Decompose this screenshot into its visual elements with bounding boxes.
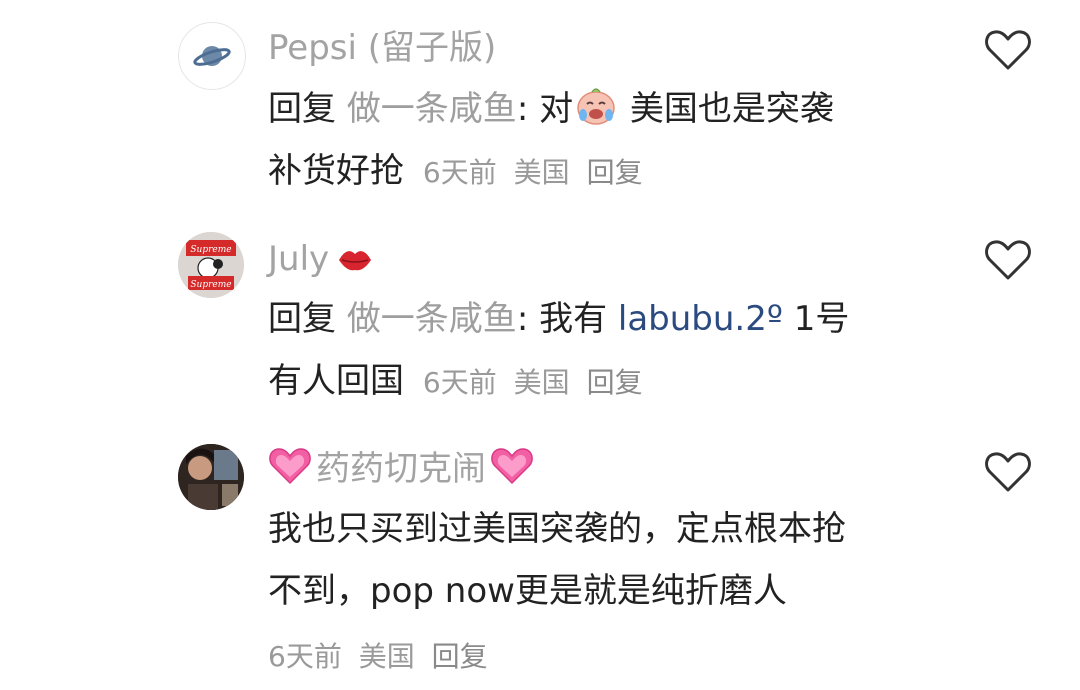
- comment-meta: 6天前 美国 回复: [268, 630, 496, 682]
- mention-link[interactable]: labubu.2º: [618, 299, 783, 339]
- comment-text-line: 补货好抢 6天前 美国 回复: [268, 146, 651, 198]
- comment-username[interactable]: 药药切克闹: [268, 446, 534, 497]
- comment-location: 美国: [513, 366, 570, 399]
- reply-button[interactable]: 回复: [587, 366, 643, 399]
- comment-text-line: 有人回国 6天前 美国 回复: [268, 356, 651, 408]
- heart-outline-icon: [985, 30, 1031, 70]
- comment-text-line: 回复 做一条咸鱼: 我有 labubu.2º 1号: [268, 299, 850, 339]
- heart-outline-icon: [985, 452, 1031, 492]
- comment-meta: 6天前 美国 回复: [414, 156, 651, 189]
- comment-location: 美国: [358, 640, 415, 673]
- comment-meta: 6天前 美国 回复: [414, 366, 651, 399]
- like-button[interactable]: [984, 450, 1032, 494]
- pink-heart-emoji: [268, 446, 312, 497]
- comment-text-line: 我也只买到过美国突袭的，定点根本抢: [268, 509, 846, 549]
- comment-time: 6天前: [268, 640, 342, 673]
- reply-button[interactable]: 回复: [432, 640, 488, 673]
- reply-button[interactable]: 回复: [587, 156, 643, 189]
- supreme-avatar-image: Supreme Supreme: [178, 232, 244, 298]
- svg-text:Supreme: Supreme: [190, 245, 231, 255]
- like-button[interactable]: [984, 28, 1032, 72]
- comment-username[interactable]: July: [268, 237, 375, 287]
- pink-heart-emoji: [490, 446, 534, 497]
- avatar[interactable]: Supreme Supreme: [178, 232, 244, 298]
- comment-username[interactable]: Pepsi (留子版): [268, 26, 496, 70]
- comment-time: 6天前: [422, 366, 497, 399]
- like-button[interactable]: [984, 238, 1032, 282]
- comment-text-line: 回复 做一条咸鱼: 对 美国也是突袭: [268, 84, 834, 140]
- lips-kiss-emoji: [335, 242, 375, 287]
- avatar[interactable]: [178, 22, 246, 90]
- comment-time: 6天前: [422, 156, 497, 189]
- comment-text-line: 不到，pop now更是就是纯折磨人: [268, 571, 787, 611]
- svg-text:Supreme: Supreme: [190, 280, 231, 290]
- comment-location: 美国: [513, 156, 570, 189]
- crying-baby-face-emoji: [573, 84, 619, 140]
- avatar[interactable]: [178, 444, 244, 510]
- heart-outline-icon: [985, 240, 1031, 280]
- planet-icon: [193, 46, 231, 66]
- photo-avatar-image: [178, 444, 244, 510]
